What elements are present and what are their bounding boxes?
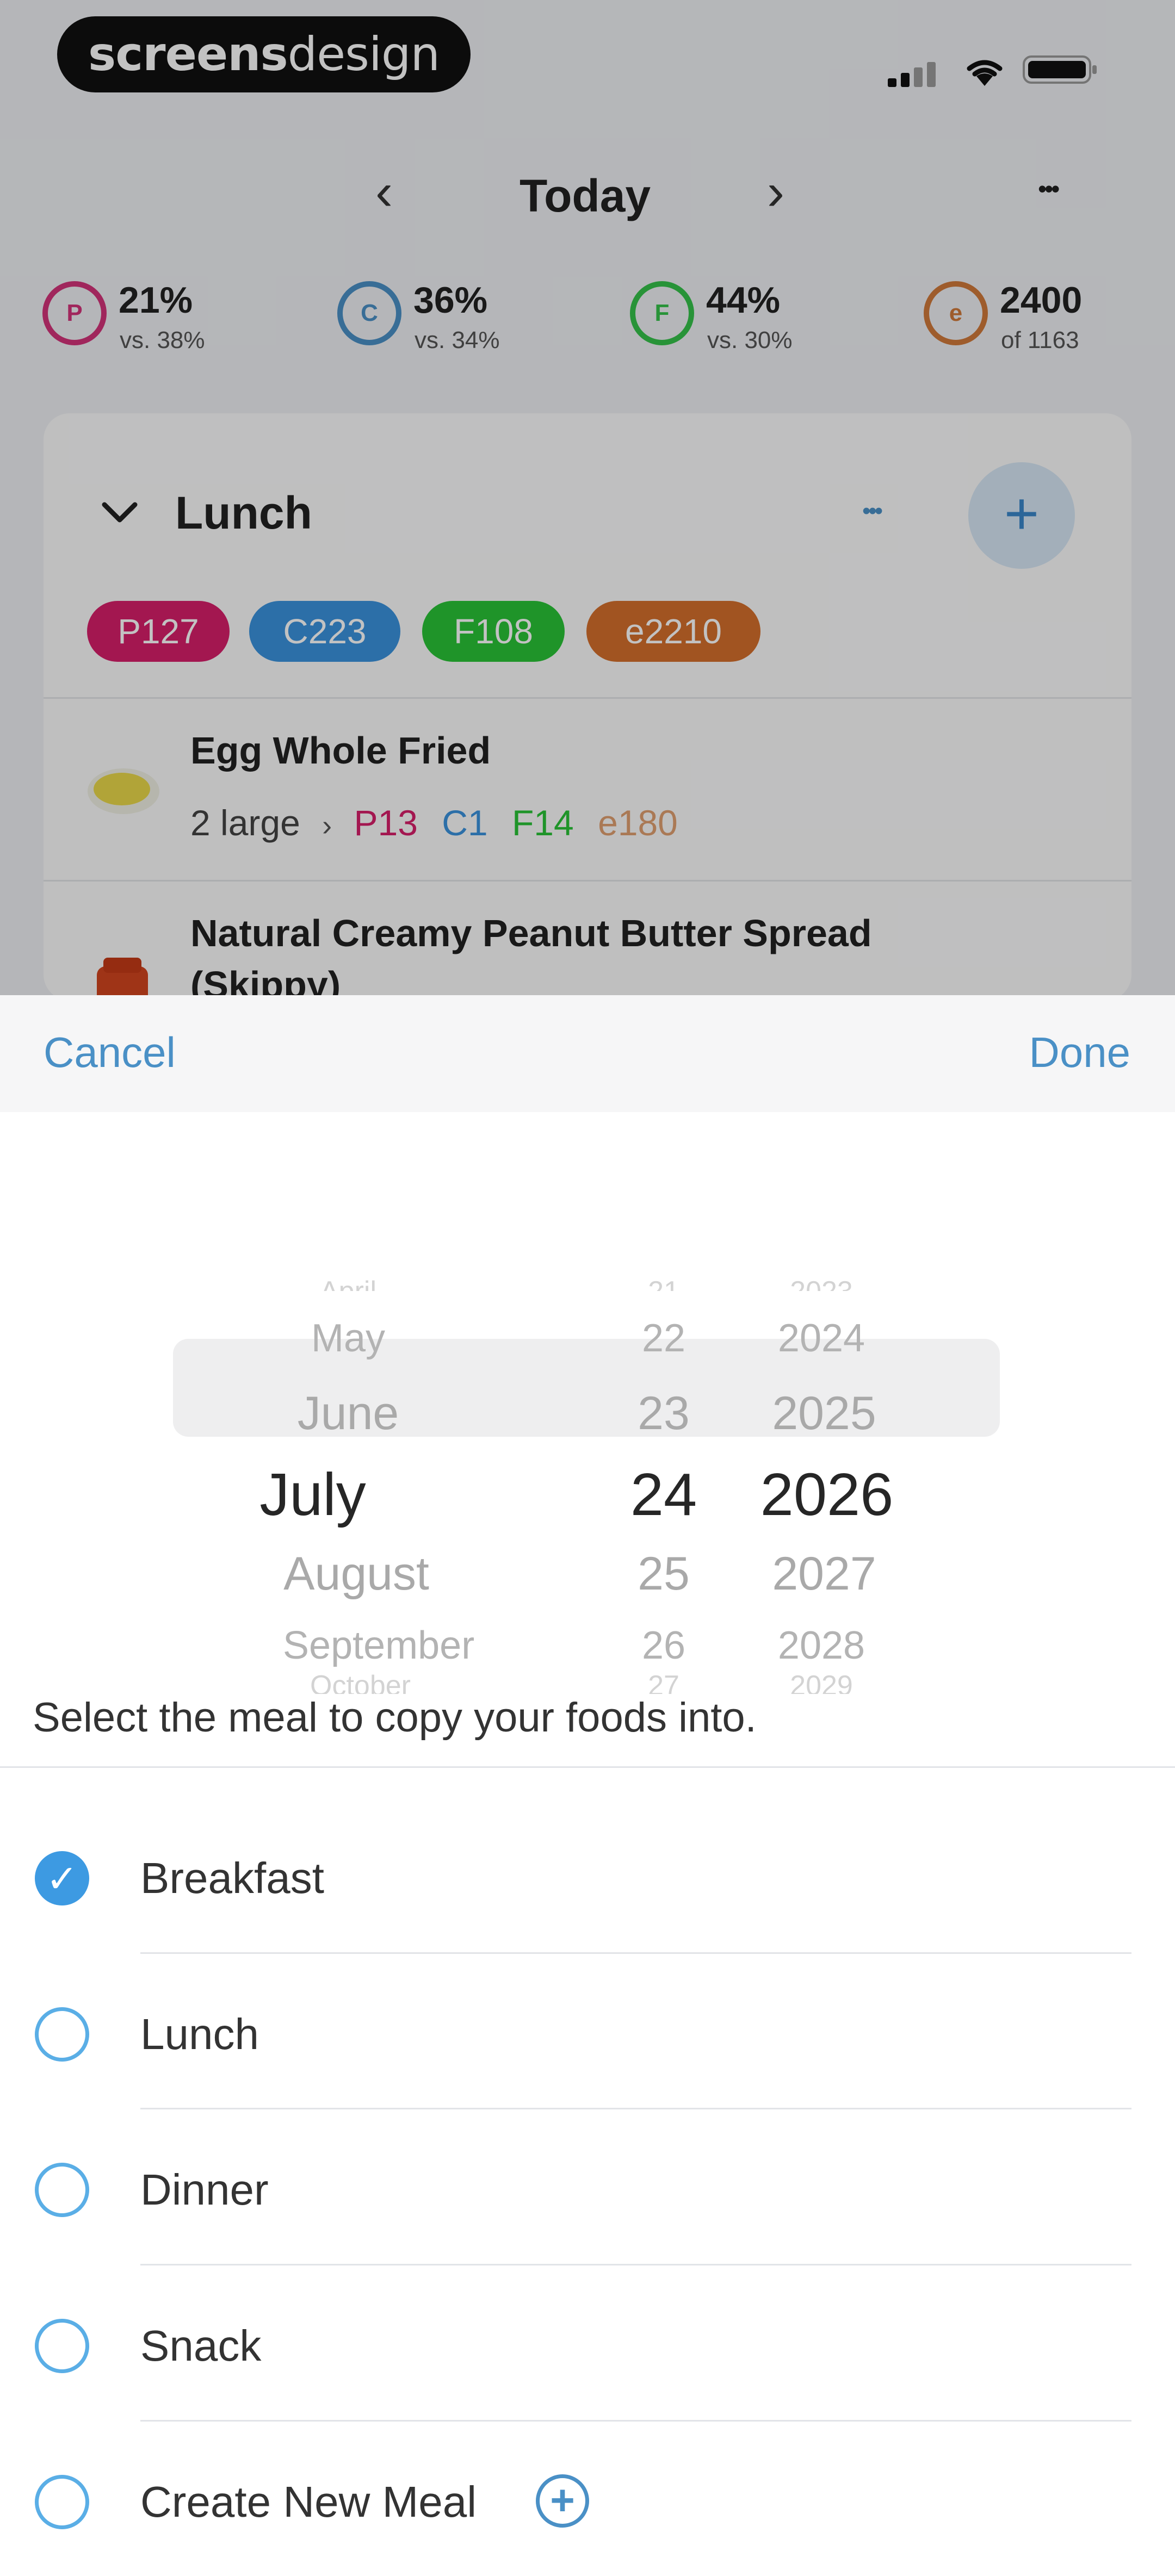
- divider: [140, 2108, 1131, 2109]
- picker-month[interactable]: September: [283, 1623, 566, 1668]
- picker-day[interactable]: 22: [615, 1316, 713, 1361]
- plus-circle-icon[interactable]: +: [536, 2474, 589, 2528]
- picker-month[interactable]: April: [283, 1273, 413, 1291]
- done-button[interactable]: Done: [1029, 1028, 1130, 1077]
- picker-day-selected[interactable]: 24: [609, 1460, 718, 1529]
- meal-option-label: Lunch: [140, 2010, 259, 2058]
- divider: [0, 1766, 1175, 1768]
- picker-day[interactable]: 21: [615, 1273, 713, 1291]
- cancel-button[interactable]: Cancel: [44, 1028, 176, 1077]
- date-picker[interactable]: April May June July August September Oct…: [0, 1112, 1175, 1694]
- meal-option-label: Dinner: [140, 2165, 269, 2214]
- radio-checked-icon[interactable]: ✓: [35, 1851, 89, 1905]
- picker-month[interactable]: October: [310, 1672, 506, 1694]
- radio-unchecked-icon[interactable]: [35, 2163, 89, 2217]
- divider: [140, 2264, 1131, 2265]
- picker-year[interactable]: 2024: [745, 1316, 898, 1361]
- meal-option-label: Breakfast: [140, 1854, 324, 1902]
- meal-option-snack[interactable]: Snack: [0, 2268, 1175, 2420]
- meal-option-create-new[interactable]: Create New Meal +: [0, 2424, 1175, 2576]
- picker-month-selected[interactable]: July: [226, 1460, 400, 1529]
- picker-month[interactable]: August: [267, 1547, 446, 1601]
- divider: [140, 2420, 1131, 2422]
- picker-year-selected[interactable]: 2026: [737, 1460, 917, 1529]
- radio-unchecked-icon[interactable]: [35, 2475, 89, 2529]
- meal-option-lunch[interactable]: Lunch: [0, 1956, 1175, 2108]
- picker-year[interactable]: 2029: [756, 1672, 887, 1694]
- copy-foods-sheet: Cancel Done April May June July August S…: [0, 995, 1175, 2540]
- checkmark-icon: ✓: [46, 1858, 78, 1900]
- picker-day[interactable]: 27: [615, 1672, 713, 1694]
- meal-select-prompt: Select the meal to copy your foods into.: [33, 1694, 757, 1741]
- picker-year[interactable]: 2027: [745, 1547, 903, 1601]
- picker-day[interactable]: 26: [615, 1623, 713, 1668]
- radio-unchecked-icon[interactable]: [35, 2319, 89, 2373]
- divider: [140, 1952, 1131, 1954]
- sheet-toolbar: Cancel Done: [0, 995, 1175, 1112]
- picker-day[interactable]: 25: [615, 1547, 713, 1601]
- picker-month[interactable]: May: [261, 1316, 435, 1361]
- radio-unchecked-icon[interactable]: [35, 2007, 89, 2062]
- meal-option-dinner[interactable]: Dinner: [0, 2112, 1175, 2264]
- meal-option-label: Create New Meal: [140, 2478, 477, 2526]
- picker-year[interactable]: 2028: [745, 1623, 898, 1668]
- meal-option-breakfast[interactable]: ✓ Breakfast: [0, 1800, 1175, 1952]
- picker-day[interactable]: 23: [615, 1387, 713, 1441]
- modal-dim-overlay[interactable]: [0, 0, 1175, 995]
- picker-month[interactable]: June: [261, 1387, 435, 1441]
- picker-year[interactable]: 2025: [745, 1387, 903, 1441]
- picker-year[interactable]: 2023: [756, 1273, 887, 1291]
- meal-option-label: Snack: [140, 2321, 262, 2370]
